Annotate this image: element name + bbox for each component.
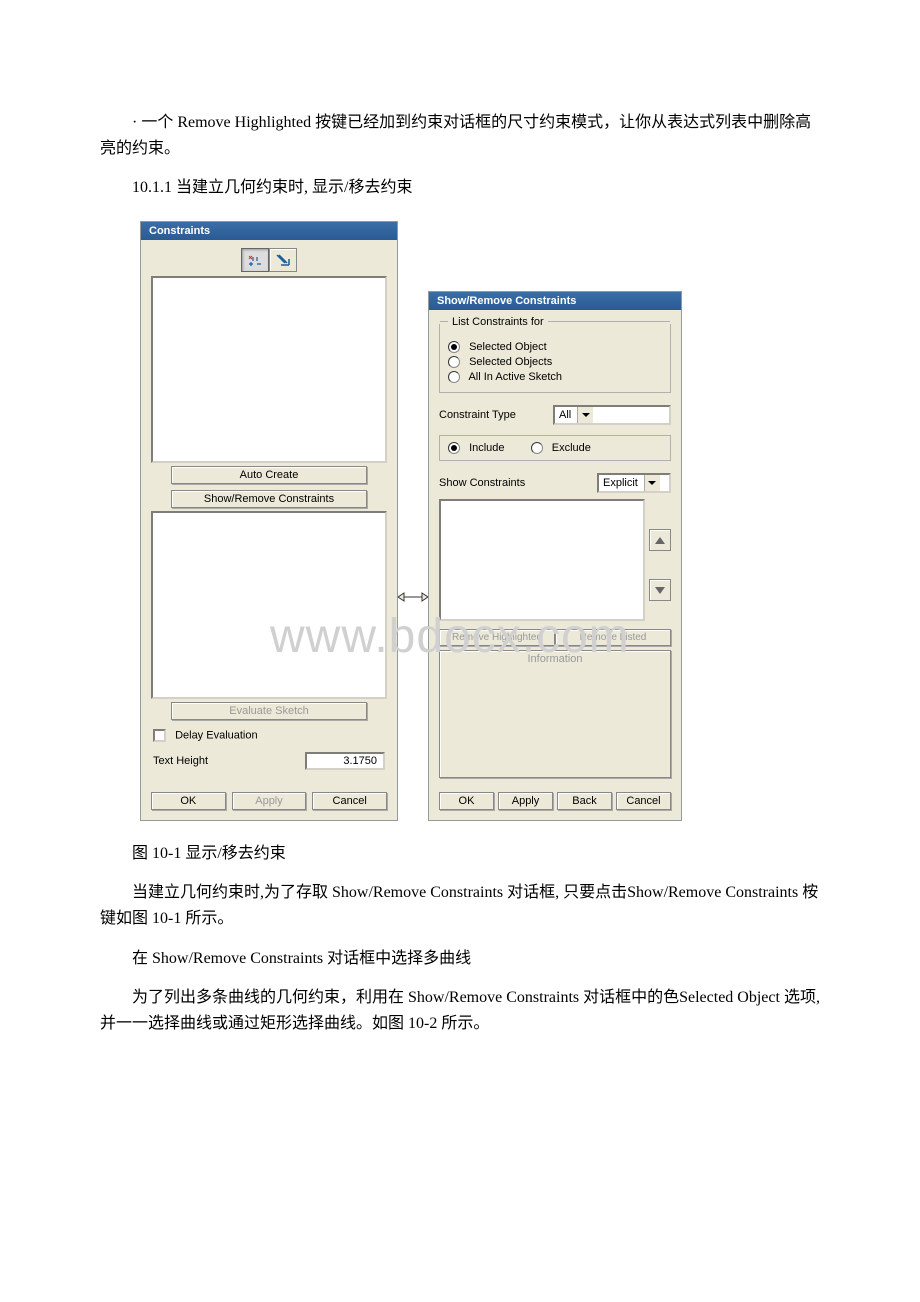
evaluate-sketch-button[interactable]: Evaluate Sketch	[171, 702, 367, 720]
include-label: Include	[469, 442, 504, 454]
figure-caption: 图 10-1 显示/移去约束	[100, 841, 820, 867]
radio-selected-objects-label: Selected Objects	[469, 356, 552, 368]
paragraph-5: 为了列出多条曲线的几何约束，利用在 Show/Remove Constraint…	[100, 985, 820, 1036]
list-constraints-group: List Constraints for Selected Object Sel…	[439, 324, 671, 393]
show-constraints-value: Explicit	[599, 477, 644, 489]
radio-selected-object-label: Selected Object	[469, 341, 547, 353]
radio-selected-objects[interactable]	[448, 356, 460, 368]
radio-all-active-label: All In Active Sketch	[468, 371, 562, 383]
figure-10-1: www.bdocx.com Constraints	[140, 221, 820, 821]
remove-highlighted-button[interactable]: Remove Highlighted	[439, 629, 555, 646]
constraint-type-value: All	[555, 409, 577, 421]
connector-arrow	[398, 589, 428, 605]
ok-button-right[interactable]: OK	[439, 792, 494, 810]
scroll-down-button[interactable]	[649, 579, 671, 601]
radio-exclude[interactable]	[531, 442, 543, 454]
scroll-up-button[interactable]	[649, 529, 671, 551]
paragraph-1: · 一个 Remove Highlighted 按键已经加到约束对话框的尺寸约束…	[100, 110, 820, 161]
dim-icon	[247, 253, 263, 267]
cancel-button-right[interactable]: Cancel	[616, 792, 671, 810]
cancel-button-left[interactable]: Cancel	[312, 792, 387, 810]
exclude-label: Exclude	[552, 442, 591, 454]
apply-button-left[interactable]: Apply	[232, 792, 307, 810]
chevron-down-icon	[577, 407, 593, 423]
show-remove-dialog: Show/Remove Constraints List Constraints…	[428, 291, 682, 821]
triangle-up-icon	[655, 537, 665, 544]
triangle-down-icon	[655, 587, 665, 594]
constraints-dialog: Constraints	[140, 221, 398, 821]
delay-evaluation-checkbox[interactable]	[153, 729, 166, 742]
section-heading: 10.1.1 当建立几何约束时, 显示/移去约束	[100, 175, 820, 201]
auto-create-button[interactable]: Auto Create	[171, 466, 367, 484]
constraints-result-listbox[interactable]	[439, 499, 645, 621]
list-constraints-legend: List Constraints for	[440, 316, 670, 328]
secondary-listbox[interactable]	[151, 511, 387, 699]
show-constraints-dropdown[interactable]: Explicit	[597, 473, 671, 493]
dimensional-mode-toggle[interactable]	[241, 248, 269, 272]
delay-evaluation-label: Delay Evaluation	[175, 729, 258, 741]
paragraph-4: 在 Show/Remove Constraints 对话框中选择多曲线	[100, 946, 820, 972]
radio-selected-object[interactable]	[448, 341, 460, 353]
information-button[interactable]: Information	[439, 650, 671, 778]
constraint-type-label: Constraint Type	[439, 409, 516, 421]
remove-listed-button[interactable]: Remove Listed	[555, 629, 671, 646]
constraints-listbox[interactable]	[151, 276, 387, 464]
chevron-down-icon-2	[644, 475, 660, 491]
show-remove-constraints-button[interactable]: Show/Remove Constraints	[171, 490, 367, 508]
apply-button-right[interactable]: Apply	[498, 792, 553, 810]
show-constraints-label: Show Constraints	[439, 477, 525, 489]
show-remove-dialog-title: Show/Remove Constraints	[429, 292, 681, 310]
ok-button-left[interactable]: OK	[151, 792, 226, 810]
constraint-type-dropdown[interactable]: All	[553, 405, 671, 425]
back-button-right[interactable]: Back	[557, 792, 612, 810]
text-height-label: Text Height	[153, 755, 208, 767]
geo-icon	[275, 253, 291, 267]
radio-all-active[interactable]	[448, 371, 460, 383]
text-height-field[interactable]: 3.1750	[305, 752, 385, 770]
paragraph-3: 当建立几何约束时,为了存取 Show/Remove Constraints 对话…	[100, 880, 820, 931]
geometric-mode-toggle[interactable]	[269, 248, 297, 272]
radio-include[interactable]	[448, 442, 460, 454]
constraints-dialog-title: Constraints	[141, 222, 397, 240]
